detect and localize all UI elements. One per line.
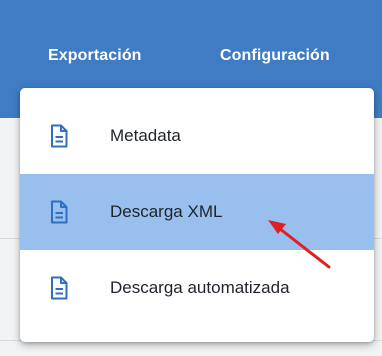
menu-item-metadata[interactable]: Metadata [20, 98, 374, 174]
document-icon [51, 200, 68, 224]
menu-item-descarga-xml[interactable]: Descarga XML [20, 174, 374, 250]
export-dropdown-menu: Metadata Descarga XML Descarga automatiz… [20, 88, 374, 342]
menu-item-descarga-automatizada[interactable]: Descarga automatizada [20, 250, 374, 326]
tab-exportacion[interactable]: Exportación [48, 47, 142, 65]
menu-item-label: Descarga automatizada [110, 278, 290, 297]
document-icon [51, 124, 68, 148]
menu-item-label: Metadata [110, 126, 181, 145]
document-icon [51, 276, 68, 300]
menu-item-label: Descarga XML [110, 202, 223, 221]
tab-configuracion[interactable]: Configuración [220, 47, 330, 65]
